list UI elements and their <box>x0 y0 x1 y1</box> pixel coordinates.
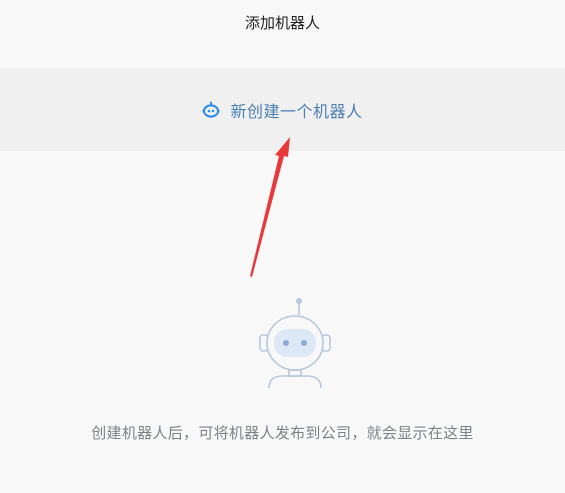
empty-state-message: 创建机器人后，可将机器人发布到公司，就会显示在这里 <box>91 424 474 442</box>
create-robot-button[interactable]: 新创建一个机器人 <box>0 68 565 151</box>
robot-illustration-icon <box>255 295 335 390</box>
dialog-title-bar: 添加机器人 <box>0 0 565 44</box>
robot-icon <box>202 101 220 119</box>
dialog-title: 添加机器人 <box>244 13 320 32</box>
create-robot-label: 新创建一个机器人 <box>230 101 363 121</box>
